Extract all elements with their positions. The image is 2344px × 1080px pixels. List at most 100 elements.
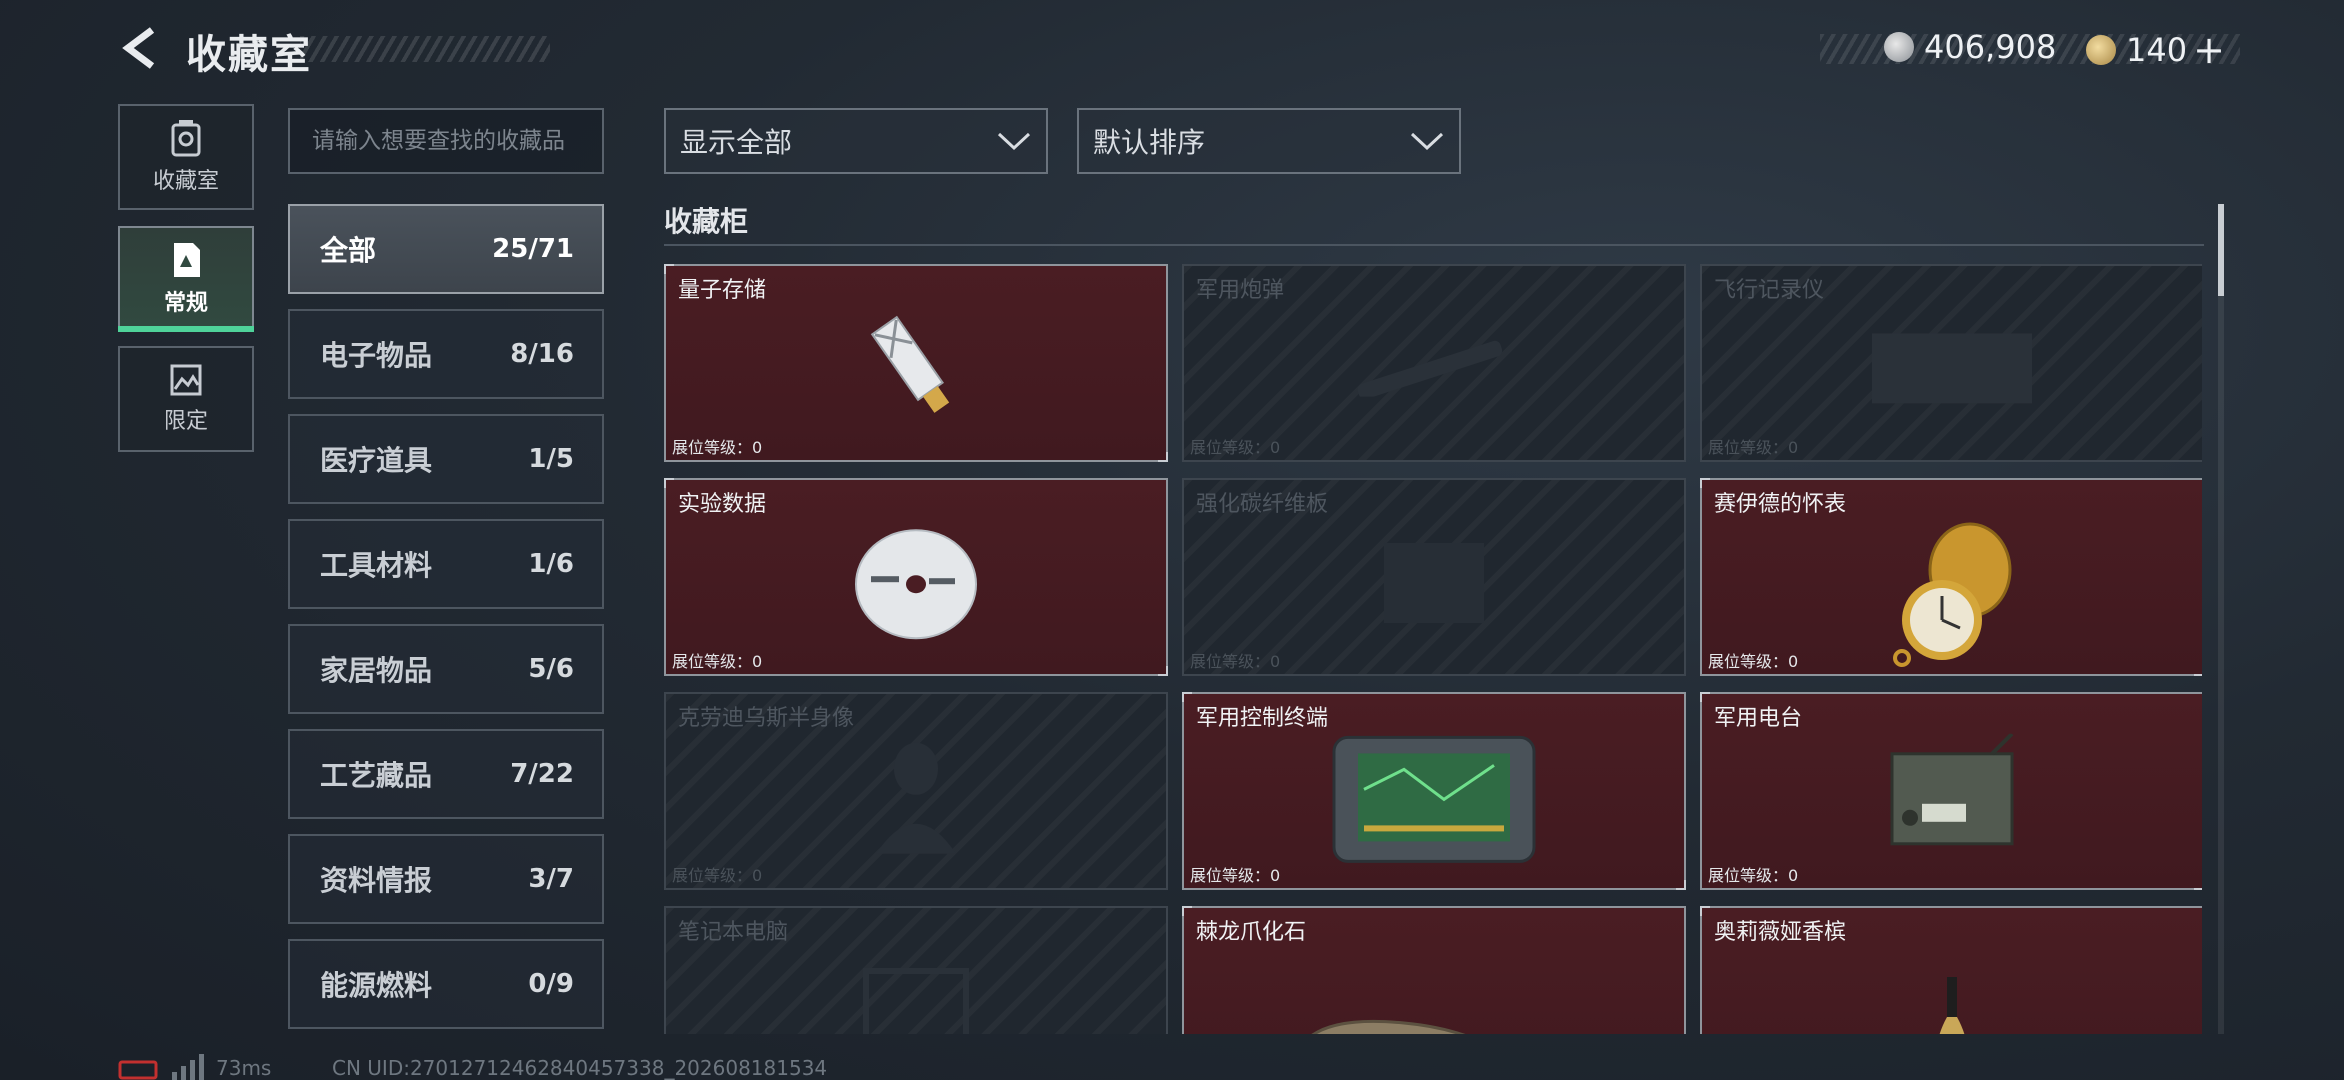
shell-icon (1357, 340, 1503, 397)
item-name: 实验数据 (678, 492, 767, 517)
signal-icon (172, 1054, 204, 1080)
corner-mark (1158, 452, 1168, 462)
disc-icon (855, 529, 977, 640)
level-value: 0 (752, 652, 763, 671)
level-label: 展位等级： (1190, 866, 1271, 885)
corner-mark (2194, 880, 2202, 890)
category-household[interactable]: 家居物品 5/6 (288, 624, 604, 714)
item-name: 棘龙爪化石 (1196, 920, 1307, 945)
sort-dropdown[interactable]: 默认排序 (1077, 108, 1461, 174)
category-intel[interactable]: 资料情报 3/7 (288, 834, 604, 924)
flight-recorder-icon (1872, 333, 2032, 404)
carbon-plate-icon (1384, 543, 1484, 623)
level-label: 展位等级： (672, 652, 753, 671)
category-name: 家居物品 (320, 654, 433, 687)
divider (664, 244, 2204, 246)
category-count: 25/71 (492, 234, 574, 264)
level-value: 0 (1270, 866, 1281, 885)
category-tools[interactable]: 工具材料 1/6 (288, 519, 604, 609)
collection-card[interactable]: 量子存储 展位等级：0 (664, 264, 1168, 462)
category-count: 1/6 (528, 549, 574, 579)
category-count: 0/9 (528, 969, 574, 999)
item-name: 强化碳纤维板 (1196, 492, 1329, 517)
collection-card[interactable]: 棘龙爪化石 展位等级：0 (1182, 906, 1686, 1034)
title-decoration (300, 36, 550, 62)
chevron-down-icon (997, 132, 1031, 151)
add-currency-button[interactable]: + (2193, 28, 2225, 72)
level-value: 0 (1270, 652, 1281, 671)
uid-text: CN UID:27012712462840457338_202608181534 (332, 1056, 828, 1080)
collection-card[interactable]: 奥莉薇娅香槟 展位等级：0 (1700, 906, 2202, 1034)
item-name: 军用电台 (1714, 706, 1803, 731)
collection-card[interactable]: 实验数据 展位等级：0 (664, 478, 1168, 676)
category-name: 电子物品 (320, 339, 433, 372)
level-value: 0 (1788, 438, 1799, 457)
corner-mark (664, 264, 674, 274)
scrollbar-track[interactable] (2218, 204, 2224, 1034)
level-label: 展位等级： (1708, 866, 1789, 885)
level-label: 展位等级： (1190, 652, 1271, 671)
level-label: 展位等级： (1708, 438, 1789, 457)
usb-drive-icon (870, 315, 950, 413)
level-value: 0 (752, 438, 763, 457)
collection-card[interactable]: 飞行记录仪 展位等级：0 (1700, 264, 2202, 462)
category-medical[interactable]: 医疗道具 1/5 (288, 414, 604, 504)
chevron-down-icon (1410, 132, 1444, 151)
level-text: 展位等级：0 (1190, 862, 1280, 886)
corner-mark (1700, 478, 1710, 488)
corner-mark (1676, 880, 1686, 890)
level-label: 展位等级： (1190, 438, 1271, 457)
currency-secondary: 140 + (2086, 28, 2225, 72)
back-arrow-icon[interactable] (118, 24, 160, 72)
category-all[interactable]: 全部 25/71 (288, 204, 604, 294)
mode-tab-vault[interactable]: 收藏室 (118, 104, 254, 210)
collection-card[interactable]: 军用炮弹 展位等级：0 (1182, 264, 1686, 462)
level-text: 展位等级：0 (1708, 862, 1798, 886)
level-text: 展位等级：0 (672, 862, 762, 886)
category-name: 资料情报 (320, 864, 433, 897)
pocket-watch-icon (1893, 522, 2012, 667)
level-value: 0 (752, 866, 763, 885)
collection-card[interactable]: 军用电台 展位等级：0 (1700, 692, 2202, 890)
mode-tab-regular[interactable]: 常规 (118, 226, 254, 332)
category-count: 8/16 (510, 339, 574, 369)
mode-tab-limited[interactable]: 限定 (118, 346, 254, 452)
mode-tab-label: 限定 (163, 409, 208, 434)
level-text: 展位等级：0 (1190, 648, 1280, 672)
ping-text: 73ms (216, 1056, 272, 1080)
search-box[interactable] (288, 108, 604, 174)
level-label: 展位等级： (672, 866, 753, 885)
display-filter-dropdown[interactable]: 显示全部 (664, 108, 1048, 174)
category-crafts[interactable]: 工艺藏品 7/22 (288, 729, 604, 819)
level-label: 展位等级： (1708, 652, 1789, 671)
claw-fossil-icon (1311, 1019, 1466, 1034)
collection-card[interactable]: 笔记本电脑 展位等级：0 (664, 906, 1168, 1034)
level-text: 展位等级：0 (672, 434, 762, 458)
champagne-icon (1939, 977, 1965, 1034)
item-name: 克劳迪乌斯半身像 (678, 706, 855, 731)
corner-mark (1158, 666, 1168, 676)
level-text: 展位等级：0 (1708, 648, 1798, 672)
display-filter-value: 显示全部 (680, 126, 793, 159)
bust-icon (876, 742, 956, 854)
item-name: 奥莉薇娅香槟 (1714, 920, 1847, 945)
gold-triangle-icon (2086, 35, 2116, 65)
category-name: 全部 (320, 234, 377, 267)
category-electronics[interactable]: 电子物品 8/16 (288, 309, 604, 399)
collection-card[interactable]: 军用控制终端 展位等级：0 (1182, 692, 1686, 890)
terminal-icon (1332, 735, 1536, 863)
corner-mark (2194, 666, 2202, 676)
corner-mark (1182, 906, 1192, 916)
corner-mark (664, 478, 674, 488)
item-name: 飞行记录仪 (1714, 278, 1825, 303)
silver-coin-icon (1884, 32, 1914, 62)
laptop-icon (863, 968, 969, 1034)
search-input[interactable] (312, 128, 580, 154)
category-fuel[interactable]: 能源燃料 0/9 (288, 939, 604, 1029)
collection-card[interactable]: 克劳迪乌斯半身像 展位等级：0 (664, 692, 1168, 890)
scrollbar-thumb[interactable] (2218, 204, 2224, 296)
corner-mark (1182, 692, 1192, 702)
collection-card[interactable]: 赛伊德的怀表 展位等级：0 (1700, 478, 2202, 676)
mode-tab-label: 收藏室 (152, 169, 219, 194)
collection-card[interactable]: 强化碳纤维板 展位等级：0 (1182, 478, 1686, 676)
